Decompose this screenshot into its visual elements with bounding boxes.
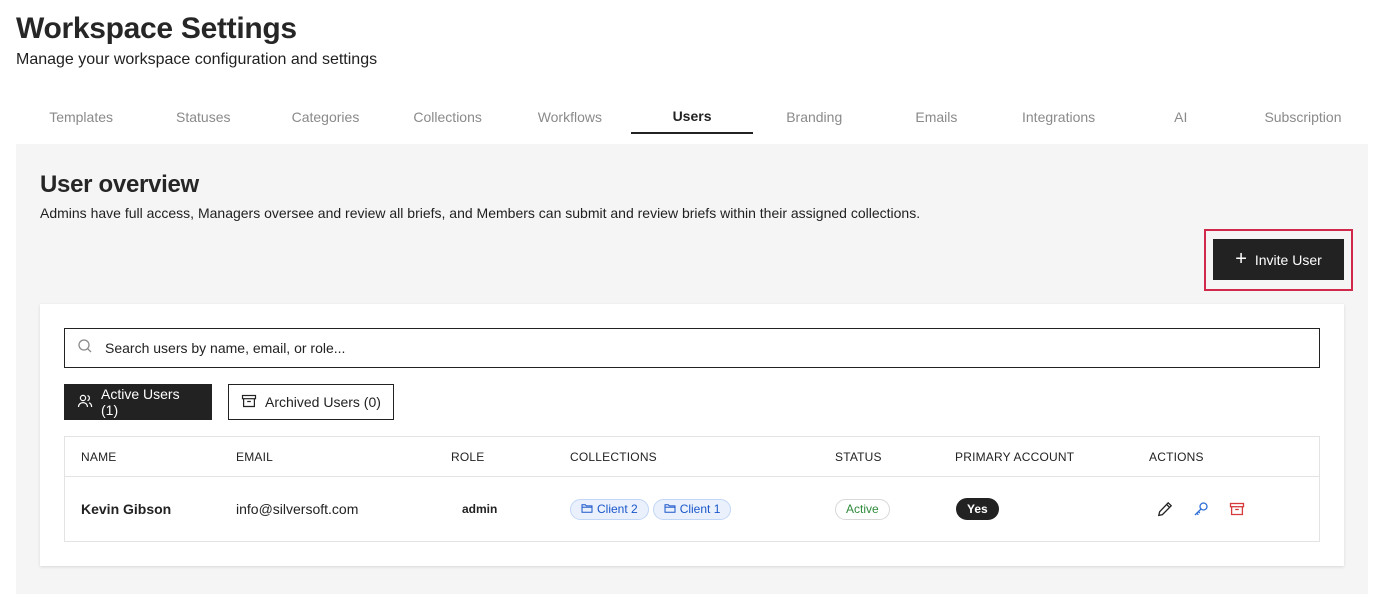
page-title: Workspace Settings	[16, 12, 297, 45]
tab-branding[interactable]: Branding	[753, 100, 875, 134]
section-description: Admins have full access, Managers overse…	[40, 205, 921, 221]
collection-chip-label: Client 2	[597, 502, 638, 516]
search-box[interactable]	[64, 328, 1320, 368]
column-header-name[interactable]: NAME	[81, 450, 116, 464]
pencil-icon	[1157, 501, 1173, 517]
tab-statuses[interactable]: Statuses	[142, 100, 264, 134]
user-status: Active	[835, 477, 890, 541]
archive-icon	[241, 393, 257, 412]
collection-chip: Client 1	[652, 498, 732, 520]
reset-password-button[interactable]	[1191, 499, 1211, 519]
tab-templates[interactable]: Templates	[20, 100, 142, 134]
users-panel: User overview Admins have full access, M…	[16, 144, 1368, 594]
archived-users-label: Archived Users (0)	[265, 394, 381, 410]
active-users-filter[interactable]: Active Users (1)	[64, 384, 212, 420]
archive-user-button[interactable]	[1227, 499, 1247, 519]
tab-workflows[interactable]: Workflows	[509, 100, 631, 134]
tab-categories[interactable]: Categories	[264, 100, 386, 134]
search-input[interactable]	[105, 340, 1285, 356]
status-badge: Active	[835, 498, 890, 520]
column-header-status[interactable]: STATUS	[835, 450, 882, 464]
folder-icon	[581, 502, 593, 517]
table-header: NAME EMAIL ROLE COLLECTIONS STATUS PRIMA…	[65, 437, 1319, 477]
page-subtitle: Manage your workspace configuration and …	[16, 51, 378, 68]
section-title: User overview	[40, 171, 199, 198]
users-icon	[77, 393, 93, 412]
column-header-role[interactable]: ROLE	[451, 450, 484, 464]
user-email: info@silversoft.com	[236, 501, 359, 517]
search-icon	[77, 338, 93, 359]
plus-icon: +	[1235, 247, 1247, 270]
key-icon	[1194, 502, 1208, 516]
collection-chip-label: Client 1	[679, 502, 721, 516]
active-users-label: Active Users (1)	[101, 386, 180, 418]
tab-users[interactable]: Users	[630, 100, 754, 134]
tab-emails[interactable]: Emails	[875, 100, 997, 134]
table-row: Kevin Gibson info@silversoft.com admin C…	[65, 477, 1319, 541]
invite-user-label: Invite User	[1254, 251, 1322, 268]
users-card: Active Users (1) Archived Users (0) NAME…	[40, 304, 1344, 566]
settings-tabs: Templates Statuses Categories Collection…	[20, 100, 1364, 134]
column-header-collections[interactable]: COLLECTIONS	[570, 450, 657, 464]
archive-icon	[1229, 502, 1245, 516]
user-name: Kevin Gibson	[81, 501, 172, 517]
tab-ai[interactable]: AI	[1120, 100, 1242, 134]
primary-account-badge: Yes	[956, 498, 999, 520]
folder-icon	[664, 502, 676, 517]
collection-chip: Client 2	[570, 498, 649, 520]
archived-users-filter[interactable]: Archived Users (0)	[228, 384, 394, 420]
column-header-actions: ACTIONS	[1149, 450, 1204, 464]
edit-user-button[interactable]	[1155, 499, 1175, 519]
invite-user-button[interactable]: + Invite User	[1213, 239, 1344, 280]
row-actions	[1155, 477, 1263, 541]
tab-collections[interactable]: Collections	[387, 100, 509, 134]
tab-subscription[interactable]: Subscription	[1242, 100, 1364, 134]
users-table: NAME EMAIL ROLE COLLECTIONS STATUS PRIMA…	[64, 436, 1320, 542]
user-collections: Client 2 Client 1	[570, 477, 735, 541]
tab-integrations[interactable]: Integrations	[998, 100, 1120, 134]
column-header-primary-account[interactable]: PRIMARY ACCOUNT	[955, 450, 1074, 464]
user-primary-account: Yes	[956, 477, 999, 541]
column-header-email[interactable]: EMAIL	[236, 450, 273, 464]
user-role: admin	[462, 502, 498, 516]
